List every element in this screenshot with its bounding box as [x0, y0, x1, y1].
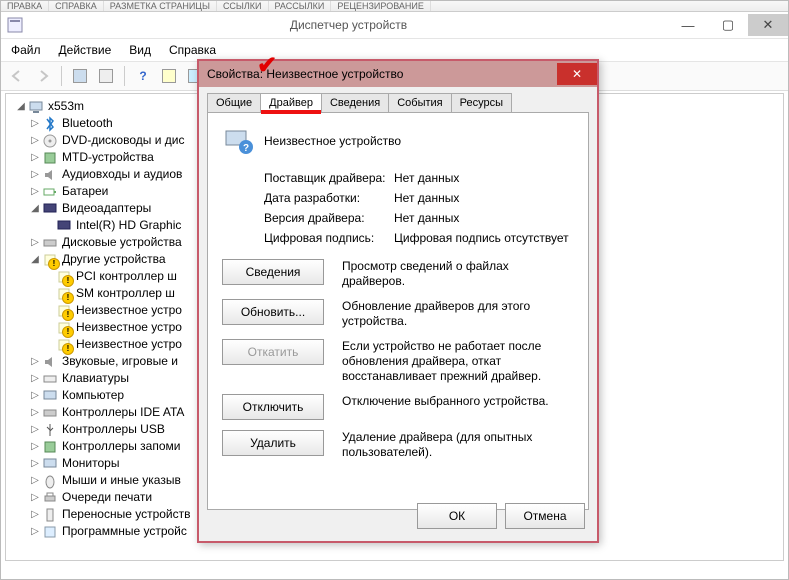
- toolbar-view2-button[interactable]: [94, 64, 118, 88]
- toolbar-view-button[interactable]: [68, 64, 92, 88]
- update-driver-button[interactable]: Обновить...: [222, 299, 324, 325]
- unknown-device-icon: [56, 269, 72, 285]
- ok-button[interactable]: ОК: [417, 503, 497, 529]
- tab-events[interactable]: События: [388, 93, 451, 112]
- tab-general[interactable]: Общие: [207, 93, 261, 112]
- properties-dialog: Свойства: Неизвестное устройство ✕ Общие…: [197, 59, 599, 543]
- menu-file[interactable]: Файл: [11, 43, 41, 57]
- dialog-title: Свойства: Неизвестное устройство: [207, 67, 557, 81]
- menu-view[interactable]: Вид: [129, 43, 151, 57]
- dialog-tabstrip: Общие Драйвер Сведения События Ресурсы: [199, 87, 597, 112]
- tab-details[interactable]: Сведения: [321, 93, 389, 112]
- computer-icon: [28, 99, 44, 115]
- toolbar-scan-button[interactable]: [157, 64, 181, 88]
- printer-icon: [42, 490, 58, 506]
- speaker-icon: [42, 354, 58, 370]
- dialog-close-button[interactable]: ✕: [557, 63, 597, 85]
- menu-action[interactable]: Действие: [59, 43, 112, 57]
- disc-icon: [42, 133, 58, 149]
- uninstall-driver-button[interactable]: Удалить: [222, 430, 324, 456]
- usb-icon: [42, 422, 58, 438]
- update-driver-desc: Обновление драйверов для этого устройств…: [342, 299, 552, 329]
- drive-icon: [42, 235, 58, 251]
- driver-info-grid: Поставщик драйвера:Нет данных Дата разра…: [264, 171, 574, 245]
- ide-controller-icon: [42, 405, 58, 421]
- app-icon: [7, 17, 23, 33]
- label-version: Версия драйвера:: [264, 211, 394, 225]
- minimize-button[interactable]: —: [668, 14, 708, 36]
- portable-device-icon: [42, 507, 58, 523]
- bluetooth-icon: [42, 116, 58, 132]
- nav-forward-button[interactable]: [31, 64, 55, 88]
- maximize-button[interactable]: ▢: [708, 14, 748, 36]
- value-signer: Цифровая подпись отсутствует: [394, 231, 574, 245]
- svg-text:?: ?: [243, 143, 249, 154]
- driver-details-button[interactable]: Сведения: [222, 259, 324, 285]
- nav-back-button[interactable]: [5, 64, 29, 88]
- disable-device-button[interactable]: Отключить: [222, 394, 324, 420]
- disable-device-desc: Отключение выбранного устройства.: [342, 394, 549, 409]
- window-title: Диспетчер устройств: [29, 18, 668, 32]
- driver-details-desc: Просмотр сведений о файлах драйверов.: [342, 259, 552, 289]
- value-date: Нет данных: [394, 191, 574, 205]
- tab-driver[interactable]: Драйвер: [260, 93, 322, 112]
- window-titlebar: Диспетчер устройств — ▢ ✕: [1, 12, 788, 39]
- storage-controller-icon: [42, 439, 58, 455]
- unknown-device-icon: [56, 337, 72, 353]
- close-button[interactable]: ✕: [748, 14, 788, 36]
- battery-icon: [42, 184, 58, 200]
- rollback-driver-desc: Если устройство не работает после обновл…: [342, 339, 552, 384]
- parent-ribbon: ПРАВКАСПРАВКАРАЗМЕТКА СТРАНИЦЫССЫЛКИРАСС…: [1, 1, 788, 12]
- speaker-icon: [42, 167, 58, 183]
- monitor-icon: [42, 456, 58, 472]
- annotation-red-underline: [261, 110, 321, 114]
- menu-help[interactable]: Справка: [169, 43, 216, 57]
- label-date: Дата разработки:: [264, 191, 394, 205]
- unknown-device-icon: [56, 320, 72, 336]
- display-adapter-icon: [56, 218, 72, 234]
- label-provider: Поставщик драйвера:: [264, 171, 394, 185]
- unknown-device-icon: [56, 286, 72, 302]
- label-signer: Цифровая подпись:: [264, 231, 394, 245]
- cancel-button[interactable]: Отмена: [505, 503, 585, 529]
- display-adapter-icon: [42, 201, 58, 217]
- dialog-footer: ОК Отмена: [417, 503, 585, 529]
- value-version: Нет данных: [394, 211, 574, 225]
- keyboard-icon: [42, 371, 58, 387]
- uninstall-driver-desc: Удаление драйвера (для опытных пользоват…: [342, 430, 552, 460]
- software-device-icon: [42, 524, 58, 540]
- unknown-device-icon: [56, 303, 72, 319]
- tab-resources[interactable]: Ресурсы: [451, 93, 512, 112]
- mouse-icon: [42, 473, 58, 489]
- computer-icon: [42, 388, 58, 404]
- toolbar-help-button[interactable]: ?: [131, 64, 155, 88]
- other-devices-icon: [42, 252, 58, 268]
- chip-icon: [42, 150, 58, 166]
- rollback-driver-button[interactable]: Откатить: [222, 339, 324, 365]
- device-name: Неизвестное устройство: [264, 134, 401, 148]
- dialog-tab-body: ? Неизвестное устройство Поставщик драйв…: [207, 112, 589, 510]
- device-large-icon: ?: [222, 125, 254, 157]
- value-provider: Нет данных: [394, 171, 574, 185]
- dialog-titlebar[interactable]: Свойства: Неизвестное устройство ✕: [199, 61, 597, 87]
